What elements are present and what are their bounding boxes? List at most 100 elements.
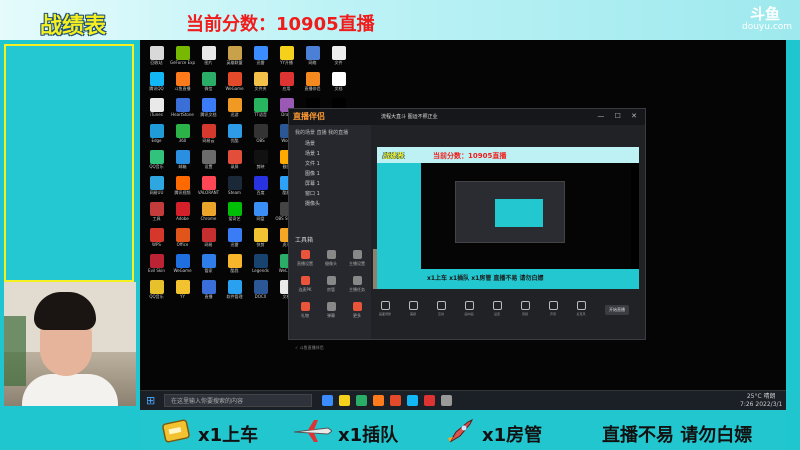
app-window-title: 流程大直斗 图运不照正业 — [381, 114, 438, 120]
desktop-icon[interactable]: 软件管理 — [222, 278, 247, 303]
tool-button[interactable]: 房管 — [319, 273, 343, 297]
desktop-icon[interactable]: 直播伴侣 — [300, 70, 325, 95]
taskbar-app-icon[interactable] — [424, 395, 435, 406]
tool-button[interactable]: 摄像头 — [319, 247, 343, 271]
desktop-icon[interactable]: OBS — [248, 122, 273, 147]
control-button[interactable]: 音频 — [517, 301, 533, 316]
scene-item[interactable]: 场景 1 — [289, 149, 371, 159]
desktop-icon[interactable]: 英雄联盟 — [222, 44, 247, 69]
desktop-icon[interactable]: 工具 — [144, 200, 169, 225]
desktop-icon[interactable]: 录屏 — [222, 148, 247, 173]
desktop-icon[interactable]: 网易UU — [144, 174, 169, 199]
scene-item[interactable]: 场景 — [289, 139, 371, 149]
scene-item[interactable]: 文件 1 — [289, 159, 371, 169]
desktop-icon[interactable]: Evil Skin — [144, 252, 169, 277]
desktop-icon[interactable]: 网盘 — [248, 200, 273, 225]
desktop-icon[interactable]: 直播 — [196, 278, 221, 303]
tool-button[interactable]: 更多 — [345, 299, 369, 323]
control-button[interactable]: 互动 — [433, 301, 449, 316]
desktop-icon[interactable]: 腾讯视频 — [170, 174, 195, 199]
desktop-icon[interactable]: 图片 — [196, 44, 221, 69]
desktop-icon[interactable]: Steam — [222, 174, 247, 199]
taskbar-app-icon[interactable] — [322, 395, 333, 406]
desktop-icon[interactable]: iTunes — [144, 96, 169, 121]
control-button[interactable]: 声音 — [545, 301, 561, 316]
desktop-icon[interactable]: 文件夹 — [248, 70, 273, 95]
desktop-icon-label: Legends — [252, 268, 269, 273]
desktop-icon[interactable]: 微信 — [196, 70, 221, 95]
tool-button[interactable]: 弹幕 — [319, 299, 343, 323]
tool-button[interactable]: 主播设置 — [345, 247, 369, 271]
scene-item[interactable]: 摄像头 — [289, 199, 371, 209]
desktop-icon[interactable]: 腾讯文档 — [196, 96, 221, 121]
desktop-icon[interactable]: QQ音乐 — [144, 278, 169, 303]
desktop-icon[interactable]: 快剪 — [248, 226, 273, 251]
taskbar-app-icon[interactable] — [373, 395, 384, 406]
desktop-icon[interactable]: 网络 — [300, 44, 325, 69]
desktop-icon[interactable]: HeartStone — [170, 96, 195, 121]
desktop-icon[interactable]: 优酷 — [222, 122, 247, 147]
desktop-icon[interactable]: 文档 — [326, 70, 351, 95]
desktop-icon[interactable]: Legends — [248, 252, 273, 277]
taskbar-app-icon[interactable] — [407, 395, 418, 406]
desktop-icon[interactable]: 迅雷 — [248, 44, 273, 69]
control-button[interactable]: 麦克风 — [573, 301, 589, 316]
sidebar-tabs[interactable]: 我的场景 直播 我的直播 — [295, 129, 348, 136]
desktop-icon[interactable]: 应用 — [274, 70, 299, 95]
desktop-icon[interactable]: 迅游 — [222, 96, 247, 121]
desktop-icon[interactable]: 设置 — [196, 148, 221, 173]
desktop-icon[interactable]: Chrome — [196, 200, 221, 225]
tool-button[interactable]: 主播任务 — [345, 273, 369, 297]
desktop-icon[interactable]: 剪映 — [248, 148, 273, 173]
desktop-icon[interactable]: WeGame — [222, 70, 247, 95]
desktop-icon[interactable]: 文件 — [326, 44, 351, 69]
desktop-icon[interactable]: 管家 — [196, 252, 221, 277]
app-icon — [253, 176, 268, 190]
streaming-app-window[interactable]: 直播伴侣 流程大直斗 图运不照正业 — ☐ ✕ 我的场景 直播 我的直播 场景场… — [288, 108, 646, 350]
control-button[interactable]: 设置 — [489, 301, 505, 316]
desktop-icon[interactable]: 邮箱 — [170, 148, 195, 173]
desktop-icon[interactable]: TT语音 — [248, 96, 273, 121]
scene-item[interactable]: 屏幕 1 — [289, 179, 371, 189]
desktop-icon[interactable]: GeForce Experience — [170, 44, 195, 69]
taskbar-search-input[interactable]: 在这里输入你要搜索的内容 — [164, 394, 312, 407]
taskbar-app-icon[interactable] — [441, 395, 452, 406]
control-button[interactable]: 画中画 — [461, 301, 477, 316]
scene-item[interactable]: 图像 1 — [289, 169, 371, 179]
desktop-icon[interactable]: YY开播 — [274, 44, 299, 69]
tool-button[interactable]: 礼物 — [293, 299, 317, 323]
control-button[interactable]: 画面调整 — [377, 301, 393, 316]
tool-button[interactable]: 连麦PK — [293, 273, 317, 297]
desktop-icon[interactable]: 迅雷 — [222, 226, 247, 251]
taskbar-app-icon[interactable] — [356, 395, 367, 406]
windows-start-icon[interactable]: ⊞ — [146, 395, 157, 406]
desktop-icon[interactable]: 回收站 — [144, 44, 169, 69]
desktop-icon[interactable]: Adobe — [170, 200, 195, 225]
desktop-icon[interactable]: 斗鱼直播 — [170, 70, 195, 95]
tool-button[interactable]: 直播设置 — [293, 247, 317, 271]
desktop-icon[interactable]: DOCX — [248, 278, 273, 303]
control-button[interactable]: 美颜 — [405, 301, 421, 316]
stream-preview[interactable]: 战绩表 当前分数：10905直播 x1上车 x1插队 x1房管 直播不易 请勿白… — [377, 147, 639, 289]
desktop-icon[interactable]: QQ音乐 — [144, 148, 169, 173]
desktop-icon[interactable]: WPS — [144, 226, 169, 251]
desktop-icon[interactable]: 360 — [170, 122, 195, 147]
taskbar-app-icon[interactable] — [390, 395, 401, 406]
desktop-icon[interactable]: 酷我 — [222, 252, 247, 277]
start-live-button[interactable]: 开始直播 — [605, 305, 629, 315]
desktop-icon[interactable]: Office — [170, 226, 195, 251]
app-titlebar[interactable]: 直播伴侣 流程大直斗 图运不照正业 — ☐ ✕ — [289, 109, 645, 125]
desktop-icon-label: 优酷 — [230, 138, 239, 143]
desktop-icon[interactable]: YY — [170, 278, 195, 303]
scene-item[interactable]: 窗口 1 — [289, 189, 371, 199]
window-controls[interactable]: — ☐ ✕ — [597, 112, 641, 120]
desktop-icon[interactable]: VALORANT — [196, 174, 221, 199]
desktop-icon[interactable]: 百度 — [248, 174, 273, 199]
desktop-icon[interactable]: 网易云 — [196, 122, 221, 147]
desktop-icon[interactable]: 网易 — [196, 226, 221, 251]
taskbar-app-icon[interactable] — [339, 395, 350, 406]
desktop-icon[interactable]: 腾讯QQ — [144, 70, 169, 95]
desktop-icon[interactable]: Edge — [144, 122, 169, 147]
desktop-icon[interactable]: 爱奇艺 — [222, 200, 247, 225]
desktop-icon[interactable]: WeGame — [170, 252, 195, 277]
